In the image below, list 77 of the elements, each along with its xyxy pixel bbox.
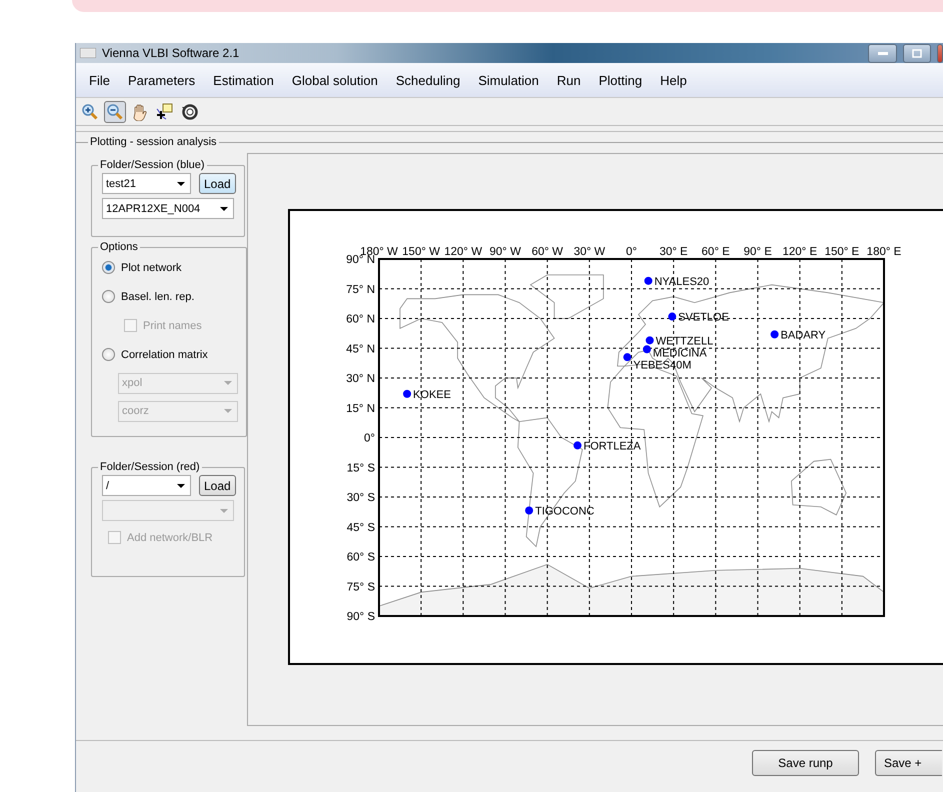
axis-tick-label: 90° W (490, 246, 521, 258)
station-label: KOKEE (413, 388, 451, 401)
axis-tick-label: 60° S (346, 552, 375, 564)
axis-tick-label: 60° N (346, 314, 375, 326)
axis-tick-label: 0° (626, 246, 637, 258)
load-button[interactable]: Load (199, 475, 236, 496)
panel-title: Plotting - session analysis (89, 136, 218, 148)
station-label: BADARY (780, 329, 826, 342)
radio-label[interactable]: Plot network (121, 262, 182, 274)
axis-tick-label: 120° E (782, 246, 818, 258)
maximize-icon (912, 48, 922, 58)
axis-tick-label: 180° E (866, 246, 902, 258)
zoom-out-icon (106, 102, 124, 120)
menu-item[interactable]: Simulation (469, 72, 548, 88)
axis-tick-label: 60° W (532, 246, 564, 258)
menu-item[interactable]: Parameters (118, 72, 204, 88)
axis-tick-label: 15° N (346, 402, 375, 415)
axis-tick-label: 15° S (346, 462, 375, 474)
station-label: SVETLOE (678, 312, 729, 324)
axis-tick-label: 150° W (402, 246, 440, 258)
dropdown-arrow-icon (177, 484, 185, 488)
menu-item[interactable]: Plotting (590, 72, 652, 88)
station-label: FORTLEZA (584, 440, 641, 452)
menu-item[interactable]: File (80, 72, 119, 88)
axis-tick-label: 75° S (346, 581, 375, 594)
load-button[interactable]: Load (199, 173, 236, 194)
station-label: WETTZELL (656, 335, 714, 348)
app-icon (80, 48, 96, 58)
save-button[interactable]: Save runp (752, 750, 859, 776)
dropdown-field[interactable]: / (102, 475, 191, 496)
axis-tick-label: 90° N (346, 254, 375, 266)
window-title: Vienna VLBI Software 2.1 (102, 46, 240, 60)
radio-button[interactable] (102, 348, 115, 361)
station-label: MEDICINA (652, 347, 707, 360)
group-title: Options (99, 241, 139, 253)
axis-tick-label: 150° E (824, 246, 860, 258)
dropdown-arrow-icon (224, 381, 232, 385)
axis-tick-label: 45° N (346, 343, 375, 356)
group-title: Folder/Session (blue) (99, 159, 206, 171)
maximize-button[interactable] (903, 44, 931, 62)
group-title: Folder/Session (red) (99, 461, 201, 473)
radio-button[interactable] (102, 290, 115, 303)
radio-button[interactable] (102, 261, 115, 274)
dropdown-arrow-icon (220, 206, 228, 210)
menu-item[interactable]: Help (651, 72, 696, 88)
menu-item[interactable]: Run (548, 72, 590, 88)
axis-tick-label: 30° S (346, 492, 375, 504)
axis-tick-label: 45° S (346, 522, 375, 534)
station-label: YEBES40M (633, 359, 692, 372)
axis-tick-label: 60° E (702, 246, 730, 258)
rotate-icon (181, 102, 199, 120)
save-button[interactable]: Save + (875, 750, 942, 776)
axis-tick-label: 30° W (574, 246, 606, 258)
hand-icon (131, 102, 149, 120)
dropdown-field[interactable]: 12APR12XE_N004 (102, 198, 234, 219)
axis-tick-label: 75° N (346, 284, 375, 296)
axis-tick-label: 30° N (346, 373, 375, 385)
radio-label[interactable]: Basel. len. rep. (121, 290, 194, 302)
minimize-button[interactable] (868, 44, 897, 62)
minimize-icon (878, 52, 888, 54)
radio-label[interactable]: Correlation matrix (121, 348, 208, 360)
axis-tick-label: 30° E (659, 246, 688, 258)
axis-tick-label: 90° E (744, 246, 772, 258)
axis-tick-label: 90° S (346, 611, 375, 623)
data-cursor-icon (156, 102, 174, 120)
dropdown-field[interactable]: test21 (102, 173, 191, 194)
zoom-in-icon (81, 102, 99, 120)
station-label: NYALES20 (654, 276, 710, 288)
station-label: TIGOCONC (535, 505, 594, 518)
dropdown-arrow-icon (177, 182, 185, 186)
menu-item[interactable]: Estimation (204, 72, 283, 88)
menu-item[interactable]: Global solution (282, 72, 387, 88)
dropdown-arrow-icon (224, 409, 232, 413)
menu-item[interactable]: Scheduling (386, 72, 470, 88)
axis-tick-label: 120° W (444, 246, 482, 258)
axis-tick-label: 0° (364, 432, 375, 444)
dropdown-arrow-icon (220, 508, 228, 512)
